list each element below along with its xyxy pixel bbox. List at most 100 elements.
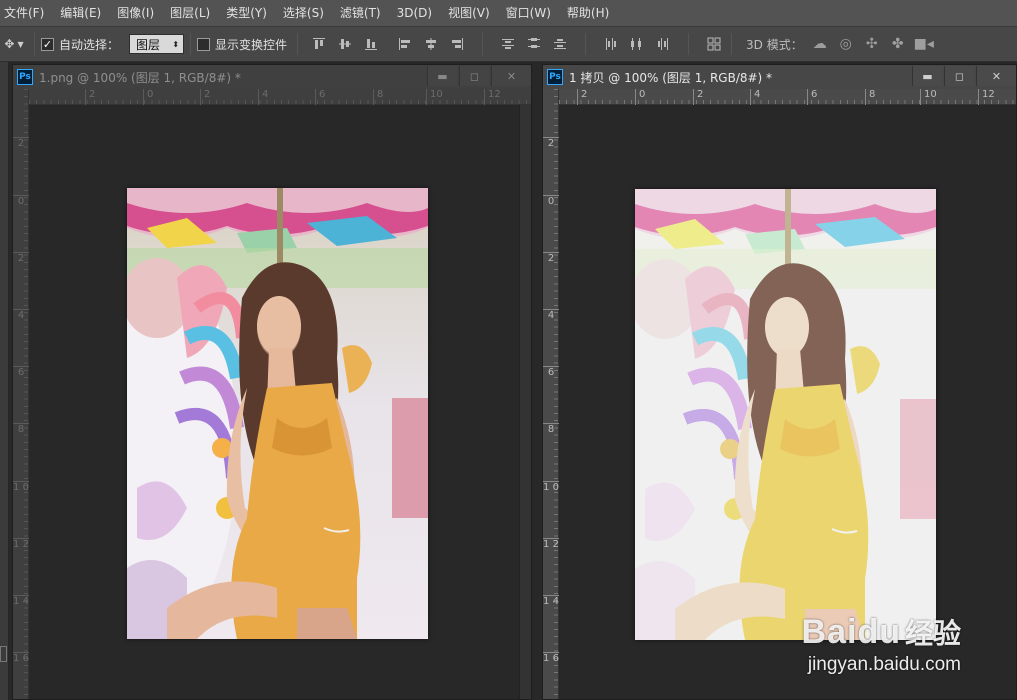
align-left-edges-icon[interactable]: [398, 37, 412, 51]
menu-filter[interactable]: 滤镜(T): [332, 0, 389, 26]
menu-bar: 文件(F) 编辑(E) 图像(I) 图层(L) 类型(Y) 选择(S) 滤镜(T…: [0, 0, 1017, 26]
ruler-tick: 8: [865, 89, 875, 105]
ruler-tick: 2: [13, 137, 29, 150]
auto-select-option[interactable]: ✓ 自动选择：: [41, 36, 119, 53]
photoshop-window: 文件(F) 编辑(E) 图像(I) 图层(L) 类型(Y) 选择(S) 滤镜(T…: [0, 0, 1017, 700]
watermark-logo: Baidu 经验: [802, 612, 961, 652]
align-right-edges-icon[interactable]: [450, 37, 464, 51]
canvas-area[interactable]: [29, 105, 519, 699]
ruler-tick: 2: [85, 89, 95, 105]
distribute-left-edges-icon[interactable]: [604, 37, 618, 51]
ruler-minor-ticks: [559, 100, 1016, 104]
document-tab-copy[interactable]: Ps 1 拷贝 @ 100% (图层 1, RGB/8#) * ▬ ◻ ✕: [543, 65, 1016, 89]
roll-3d-icon[interactable]: ◎: [837, 36, 855, 52]
ruler-tick: 2: [200, 89, 210, 105]
ruler-tick: 8: [373, 89, 383, 105]
ruler-tick: 4: [258, 89, 268, 105]
ruler-tick: 6: [13, 366, 29, 379]
show-transform-option[interactable]: 显示变换控件: [197, 36, 287, 53]
mode-3d-label: 3D 模式：: [746, 37, 803, 52]
ruler-tick: 1 4: [13, 595, 29, 607]
vertical-ruler[interactable]: 2 0 2 4 6 8 1 0 1 2 1 4 1 6: [13, 89, 29, 699]
baidu-jingyan-watermark: Baidu 经验 jingyan.baidu.com: [802, 612, 961, 676]
vertical-scrollbar[interactable]: [519, 105, 531, 699]
restore-button[interactable]: ◻: [944, 66, 974, 86]
align-buttons: [312, 33, 721, 55]
align-vertical-centers-icon[interactable]: [338, 37, 352, 51]
photo-layer-copy[interactable]: [635, 189, 936, 640]
align-top-edges-icon[interactable]: [312, 37, 326, 51]
restore-button[interactable]: ◻: [459, 66, 489, 86]
ruler-tick: 4: [543, 309, 559, 322]
ruler-tick: 2: [543, 137, 559, 150]
align-bottom-edges-icon[interactable]: [364, 37, 378, 51]
show-transform-label: 显示变换控件: [215, 37, 288, 52]
ruler-tick: 1 0: [13, 481, 29, 493]
menu-image[interactable]: 图像(I): [109, 0, 162, 26]
canvas-area[interactable]: [559, 105, 1016, 699]
ruler-tick: 8: [543, 423, 559, 436]
divider: [34, 33, 35, 55]
vertical-ruler[interactable]: 2 0 2 4 6 8 1 0 1 2 1 4 1 6: [543, 89, 559, 699]
ruler-tick: 12: [978, 89, 995, 105]
auto-select-label: 自动选择：: [59, 37, 120, 52]
align-horizontal-centers-icon[interactable]: [424, 37, 438, 51]
menu-help[interactable]: 帮助(H): [559, 0, 617, 26]
auto-select-target-value: 图层: [136, 37, 161, 52]
minimize-button[interactable]: ▬: [912, 66, 942, 86]
photo-image-brightened: [635, 189, 936, 640]
auto-select-target-dropdown[interactable]: 图层 ⬍: [129, 34, 185, 54]
distribute-top-edges-icon[interactable]: [501, 37, 515, 51]
close-button[interactable]: ✕: [491, 66, 531, 86]
menu-3d[interactable]: 3D(D): [389, 0, 440, 26]
ruler-tick: 0: [543, 195, 559, 208]
distribute-right-edges-icon[interactable]: [656, 37, 670, 51]
menu-view[interactable]: 视图(V): [440, 0, 498, 26]
document-title: 1 拷贝 @ 100% (图层 1, RGB/8#) *: [569, 70, 773, 85]
drag-3d-icon[interactable]: ✣: [863, 36, 881, 52]
ruler-tick: 6: [543, 366, 559, 379]
distribute-vertical-centers-icon[interactable]: [527, 37, 541, 51]
ruler-tick: 4: [750, 89, 760, 105]
show-transform-checkbox[interactable]: [197, 37, 211, 51]
menu-select[interactable]: 选择(S): [275, 0, 332, 26]
ruler-tick: 2: [693, 89, 703, 105]
move-tool-icon[interactable]: ✥ ▼: [0, 31, 28, 57]
rotate-3d-icon[interactable]: ☁: [811, 36, 829, 52]
menu-layer[interactable]: 图层(L): [162, 0, 218, 26]
horizontal-ruler[interactable]: 2 0 2 4 6 8 10 12: [559, 89, 1016, 105]
horizontal-ruler[interactable]: 2 0 2 4 6 8 10 12: [29, 89, 531, 105]
photo-layer-original[interactable]: [127, 188, 428, 639]
menu-type[interactable]: 类型(Y): [218, 0, 275, 26]
divider: [688, 33, 690, 55]
document-tab-original[interactable]: Ps 1.png @ 100% (图层 1, RGB/8#) * ▬ ◻ ✕: [13, 65, 531, 89]
ruler-tick: 1 6: [13, 652, 29, 664]
divider: [482, 33, 484, 55]
photoshop-logo-icon: Ps: [547, 69, 563, 85]
distribute-horizontal-centers-icon[interactable]: [630, 37, 644, 51]
auto-select-checkbox[interactable]: ✓: [41, 37, 54, 51]
ruler-tick: 2: [577, 89, 587, 105]
document-title: 1.png @ 100% (图层 1, RGB/8#) *: [39, 70, 241, 85]
ruler-tick: 1 6: [543, 652, 559, 664]
ruler-tick: 10: [920, 89, 937, 105]
auto-align-layers-icon[interactable]: [707, 37, 721, 51]
document-window-original[interactable]: Ps 1.png @ 100% (图层 1, RGB/8#) * ▬ ◻ ✕ 2…: [12, 64, 532, 700]
ruler-tick: 12: [484, 89, 501, 105]
collapsed-tool-indicator[interactable]: [0, 646, 7, 662]
ruler-tick: 2: [543, 252, 559, 265]
slide-3d-icon[interactable]: ✤: [889, 36, 907, 52]
distribute-bottom-edges-icon[interactable]: [553, 37, 567, 51]
options-bar: ✥ ▼ ✓ 自动选择： 图层 ⬍ 显示变换控件 3D 模式： ☁ ◎ ✣ ✤ ■…: [0, 26, 1017, 62]
watermark-brand-cn: 经验: [904, 617, 961, 650]
tool-panel-strip[interactable]: [0, 62, 9, 700]
mode-3d-buttons: ☁ ◎ ✣ ✤ ■◂: [811, 36, 934, 52]
menu-file[interactable]: 文件(F): [0, 0, 52, 26]
menu-edit[interactable]: 编辑(E): [52, 0, 109, 26]
close-button[interactable]: ✕: [976, 66, 1016, 86]
minimize-button[interactable]: ▬: [427, 66, 457, 86]
ruler-tick: 1 2: [13, 538, 29, 550]
document-window-copy[interactable]: Ps 1 拷贝 @ 100% (图层 1, RGB/8#) * ▬ ◻ ✕ 2 …: [542, 64, 1017, 700]
menu-window[interactable]: 窗口(W): [498, 0, 559, 26]
scale-3d-icon[interactable]: ■◂: [914, 36, 934, 52]
